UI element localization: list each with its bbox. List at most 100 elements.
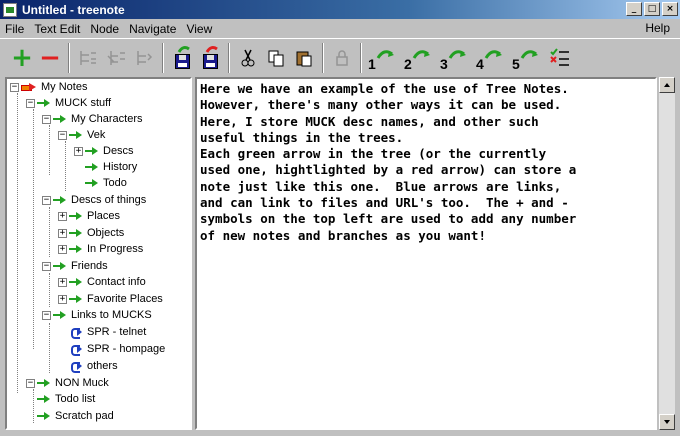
tree-node[interactable]: + Contact info — [58, 274, 146, 290]
tree-node[interactable]: − NON Muck — [26, 375, 109, 391]
lock-button[interactable] — [328, 43, 356, 73]
expand-toggle[interactable]: + — [58, 228, 67, 238]
tree-node[interactable]: History — [85, 159, 137, 175]
menu-file[interactable]: File — [0, 22, 29, 36]
green-curved-arrow-icon — [484, 49, 502, 59]
expand-toggle[interactable]: + — [58, 294, 67, 304]
green-arrow-icon — [69, 295, 83, 303]
tree-node-label: Vek — [87, 129, 106, 141]
bookmark-number: 4 — [476, 55, 484, 72]
tree-node-label: NON Muck — [55, 377, 109, 389]
options-button[interactable] — [546, 43, 574, 73]
bookmark-number: 2 — [404, 55, 412, 72]
add-node-button[interactable]: + — [8, 43, 36, 73]
checklist-icon — [550, 47, 569, 66]
note-editor[interactable]: Here we have an example of the use of Tr… — [195, 77, 657, 430]
tree-node[interactable]: + In Progress — [58, 241, 143, 257]
green-arrow-icon — [69, 278, 83, 286]
tree-node[interactable]: Todo list — [37, 391, 95, 407]
menu-node[interactable]: Node — [85, 22, 124, 36]
tree-node[interactable]: + Objects — [58, 225, 124, 241]
copy-button[interactable] — [262, 43, 290, 73]
collapse-toggle[interactable]: − — [58, 130, 67, 140]
menu-help[interactable]: Help — [645, 21, 670, 35]
save-as-button[interactable] — [196, 43, 224, 73]
app-icon — [3, 2, 17, 17]
move-node-button[interactable] — [130, 43, 158, 73]
green-curved-arrow-icon — [448, 49, 466, 59]
bookmark-number: 3 — [440, 55, 448, 72]
tree-node[interactable]: − My Characters — [42, 111, 143, 127]
collapse-toggle[interactable]: − — [42, 114, 51, 124]
menu-view[interactable]: View — [181, 22, 217, 36]
expand-toggle[interactable]: + — [74, 146, 83, 156]
paste-button[interactable] — [290, 43, 318, 73]
menu-bar: File Text Edit Node Navigate View Help — [0, 19, 680, 38]
blue-link-arrow-icon — [69, 326, 83, 339]
scroll-up-button[interactable] — [659, 77, 675, 93]
tree-node[interactable]: Scratch pad — [37, 408, 114, 424]
green-arrow-icon — [37, 379, 51, 387]
bookmark-5-button[interactable]: 5 — [510, 43, 546, 73]
bookmark-2-button[interactable]: 2 — [402, 43, 438, 73]
maximize-button[interactable]: □ — [644, 2, 660, 16]
collapse-toggle[interactable]: − — [26, 378, 35, 388]
menu-text-edit[interactable]: Text Edit — [29, 22, 85, 36]
tree-node-label: My Notes — [41, 81, 88, 93]
title-bar: Untitled - treenote _ □ × — [0, 0, 680, 19]
green-arrow-icon — [53, 262, 67, 270]
delete-node-button[interactable]: − — [36, 43, 64, 73]
tree-node-label: Scratch pad — [55, 410, 114, 422]
tree-node[interactable]: SPR - telnet — [69, 324, 146, 340]
tree-node[interactable]: − Vek — [58, 127, 105, 143]
collapse-toggle[interactable]: − — [42, 195, 51, 205]
toolbar-separator — [68, 42, 70, 73]
bookmark-number: 1 — [368, 55, 376, 72]
bookmark-3-button[interactable]: 3 — [438, 43, 474, 73]
floppy-disk-icon — [202, 54, 218, 69]
green-arrow-icon — [85, 163, 99, 171]
green-curved-arrow-icon — [177, 45, 190, 53]
green-arrow-icon — [37, 99, 51, 107]
expand-toggle[interactable]: + — [58, 277, 67, 287]
tree-node[interactable]: + Favorite Places — [58, 291, 163, 307]
indent-node-button[interactable] — [74, 43, 102, 73]
tree-node[interactable]: SPR - hompage — [69, 341, 165, 357]
tree-node[interactable]: Todo — [85, 175, 127, 191]
green-arrow-icon — [85, 147, 99, 155]
close-button[interactable]: × — [662, 2, 678, 16]
tree-node[interactable]: + Descs — [74, 143, 134, 159]
green-arrow-icon — [69, 131, 83, 139]
expand-toggle[interactable]: + — [58, 244, 67, 254]
note-scrollbar[interactable] — [659, 77, 675, 430]
tree-node-label: Contact info — [87, 276, 146, 288]
red-arrow-icon — [21, 83, 37, 91]
collapse-toggle[interactable]: − — [42, 261, 51, 271]
collapse-toggle[interactable]: − — [10, 82, 19, 92]
tree-indent-icon — [80, 50, 96, 65]
minimize-button[interactable]: _ — [626, 2, 642, 16]
tree-node[interactable]: − MUCK stuff — [26, 95, 111, 111]
tree-node[interactable]: others — [69, 358, 118, 374]
cut-button[interactable] — [234, 43, 262, 73]
tree-node[interactable]: − Descs of things — [42, 192, 146, 208]
bookmark-4-button[interactable]: 4 — [474, 43, 510, 73]
bookmark-1-button[interactable]: 1 — [366, 43, 402, 73]
tree-node[interactable]: − Friends — [42, 258, 108, 274]
tree-node-label: Objects — [87, 227, 125, 239]
menu-navigate[interactable]: Navigate — [124, 22, 181, 36]
tree-node-label: Places — [87, 210, 121, 222]
scroll-down-button[interactable] — [659, 414, 675, 430]
tree-node[interactable]: − Links to MUCKS — [42, 307, 152, 323]
save-button[interactable] — [168, 43, 196, 73]
tree-panel[interactable]: − My Notes − MUCK stuff − My Characters − Ve… — [5, 77, 192, 430]
red-curved-arrow-icon — [205, 45, 218, 53]
tree-node[interactable]: + Places — [58, 208, 120, 224]
copy-icon — [268, 50, 284, 66]
tree-node[interactable]: − My Notes — [10, 79, 87, 95]
collapse-toggle[interactable]: − — [42, 310, 51, 320]
tree-node-label: My Characters — [71, 113, 143, 125]
expand-toggle[interactable]: + — [58, 211, 67, 221]
outdent-node-button[interactable] — [102, 43, 130, 73]
collapse-toggle[interactable]: − — [26, 98, 35, 108]
